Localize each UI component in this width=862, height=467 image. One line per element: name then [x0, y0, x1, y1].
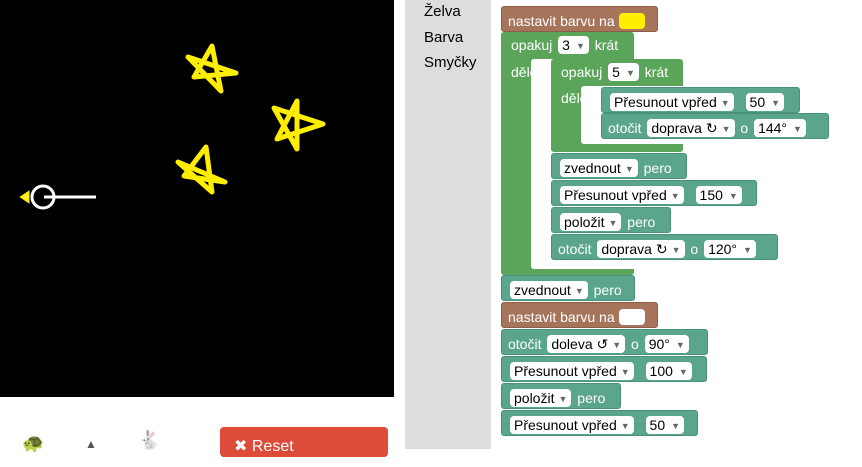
turtle-slow-icon[interactable]: 🐢 [22, 433, 44, 454]
move-direction-dropdown[interactable]: Přesunout vpřed ▼ [610, 93, 734, 112]
krat-label: krát [594, 37, 619, 54]
repeat-label: opakuj [511, 37, 553, 54]
distance-dropdown[interactable]: 50 ▼ [745, 93, 785, 112]
krat-label: krát [644, 64, 669, 81]
turtle-drawing [19, 43, 326, 210]
turn-label: otočit [558, 241, 592, 258]
turn-label: otočit [608, 120, 642, 137]
o-label: o [690, 241, 699, 258]
move-direction-dropdown[interactable]: Přesunout vpřed ▼ [560, 186, 684, 205]
turn-direction-dropdown[interactable]: doprava ↻ ▼ [597, 240, 685, 259]
star-1 [185, 43, 239, 94]
toolbox: Želva Barva Smyčky [405, 0, 491, 449]
reset-label: Reset [251, 438, 294, 455]
set-color-label: nastavit barvu na [508, 13, 615, 30]
pen-label: pero [643, 160, 672, 177]
blocks-workspace: nastavit barvu na opakuj 3 ▼ krát dělej o… [491, 0, 862, 449]
pen-down-block[interactable]: položit ▼ pero [551, 207, 671, 233]
category-barva[interactable]: Barva [424, 29, 463, 46]
repeat-label: opakuj [561, 64, 603, 81]
o-label: o [631, 336, 639, 353]
reset-button[interactable]: ✖ Reset [220, 427, 388, 457]
category-smycky[interactable]: Smyčky [424, 54, 477, 71]
color-swatch-white[interactable] [618, 309, 645, 326]
pen-up-block[interactable]: zvednout ▼ pero [501, 275, 635, 301]
o-label: o [740, 120, 749, 137]
turn-block[interactable]: otočit doprava ↻ ▼ o 144° ▼ [601, 113, 829, 139]
pen-state-dropdown[interactable]: položit ▼ [510, 389, 572, 408]
color-swatch-yellow[interactable] [618, 13, 645, 30]
angle-dropdown[interactable]: 120° ▼ [704, 240, 756, 259]
pen-label: pero [627, 214, 656, 231]
turtle-icon [19, 184, 96, 210]
move-direction-dropdown[interactable]: Přesunout vpřed ▼ [510, 362, 634, 381]
pen-state-dropdown[interactable]: zvednout ▼ [560, 159, 638, 178]
move-direction-dropdown[interactable]: Přesunout vpřed ▼ [510, 416, 634, 435]
distance-dropdown[interactable]: 150 ▼ [695, 186, 742, 205]
drawing-canvas [0, 0, 394, 397]
category-zelva[interactable]: Želva [424, 3, 461, 20]
move-forward-block[interactable]: Přesunout vpřed ▼ 100 ▼ [501, 356, 707, 382]
move-forward-block[interactable]: Přesunout vpřed ▼ 50 ▼ [601, 87, 800, 113]
angle-dropdown[interactable]: 144° ▼ [754, 119, 806, 138]
set-color-block[interactable]: nastavit barvu na [501, 6, 658, 32]
star-3 [175, 144, 228, 195]
turn-label: otočit [508, 336, 542, 353]
turn-block[interactable]: otočit doleva ↺ ▼ o 90° ▼ [501, 329, 708, 355]
pen-up-block[interactable]: zvednout ▼ pero [551, 153, 687, 179]
turn-direction-dropdown[interactable]: doleva ↺ ▼ [547, 335, 626, 354]
reset-icon: ✖ [234, 438, 252, 455]
repeat-count-dropdown[interactable]: 5 ▼ [608, 63, 639, 82]
rabbit-fast-icon[interactable]: 🐇 [138, 430, 160, 451]
turn-block[interactable]: otočit doprava ↻ ▼ o 120° ▼ [551, 234, 778, 260]
pen-label: pero [593, 282, 622, 299]
distance-dropdown[interactable]: 100 ▼ [645, 362, 692, 381]
pen-down-block[interactable]: položit ▼ pero [501, 383, 621, 409]
move-forward-block[interactable]: Přesunout vpřed ▼ 50 ▼ [501, 410, 698, 436]
pen-state-dropdown[interactable]: položit ▼ [560, 213, 622, 232]
star-2 [271, 98, 326, 152]
pen-label: pero [577, 390, 606, 407]
distance-dropdown[interactable]: 50 ▼ [645, 416, 685, 435]
angle-dropdown[interactable]: 90° ▼ [644, 335, 689, 354]
pen-state-dropdown[interactable]: zvednout ▼ [510, 281, 588, 300]
repeat-count-dropdown[interactable]: 3 ▼ [558, 36, 589, 55]
turn-direction-dropdown[interactable]: doprava ↻ ▼ [647, 119, 735, 138]
move-forward-block[interactable]: Přesunout vpřed ▼ 150 ▼ [551, 180, 757, 206]
divider [394, 0, 405, 449]
set-color-label: nastavit barvu na [508, 309, 615, 326]
set-color-block[interactable]: nastavit barvu na [501, 302, 658, 328]
